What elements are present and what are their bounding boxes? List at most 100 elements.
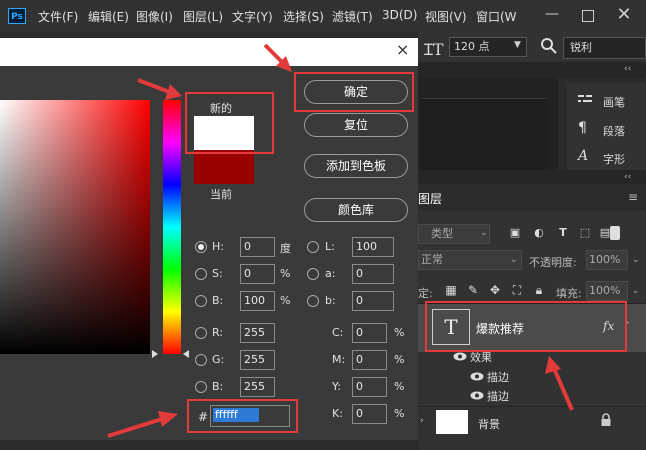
radio-lightness[interactable] — [307, 241, 319, 253]
hue-slider-handle-icon[interactable] — [152, 350, 158, 358]
antialias-select[interactable]: 锐利 — [563, 37, 646, 59]
radio-hue[interactable] — [195, 241, 207, 253]
paragraph-icon[interactable]: ¶ — [578, 120, 587, 136]
lock-transparent-icon[interactable]: ▦ — [444, 283, 458, 297]
chevron-right-icon[interactable]: › — [420, 416, 424, 426]
menu-type[interactable]: 文字(Y) — [232, 8, 273, 25]
opacity-input[interactable]: 100% — [586, 250, 628, 270]
magenta-input[interactable]: 0 — [352, 350, 387, 370]
tab-layers[interactable]: 图层 — [418, 190, 442, 207]
panel-menu-icon[interactable]: ≡ — [628, 190, 638, 204]
reset-button[interactable]: 复位 — [304, 113, 408, 137]
stroke-effect-label[interactable]: 描边 — [487, 369, 509, 385]
eye-icon[interactable] — [453, 352, 467, 361]
character-icon[interactable]: A — [578, 148, 588, 164]
lab-l-input[interactable]: 100 — [352, 237, 394, 257]
chevron-down-icon[interactable]: ⌄ — [632, 255, 640, 265]
chevron-down-icon: ⌄ — [510, 255, 518, 265]
background-layer-name[interactable]: 背景 — [478, 416, 500, 432]
blue-input[interactable]: 255 — [240, 377, 275, 397]
menu-filter[interactable]: 滤镜(T) — [332, 8, 373, 25]
dialog-titlebar — [0, 38, 418, 66]
hue-input[interactable]: 0 — [240, 237, 275, 257]
brightness-label: B: — [212, 294, 224, 307]
maximize-button[interactable] — [576, 6, 600, 26]
radio-green[interactable] — [195, 354, 207, 366]
chevron-down-icon[interactable]: ⌄ — [632, 286, 640, 296]
yellow-input[interactable]: 0 — [352, 377, 387, 397]
red-input[interactable]: 255 — [240, 323, 275, 343]
close-window-button[interactable]: ✕ — [612, 4, 636, 25]
percent-unit: % — [280, 294, 291, 307]
saturation-brightness-field[interactable] — [0, 100, 150, 354]
lock-all-icon[interactable]: 🔒︎ — [532, 283, 546, 297]
close-icon[interactable]: × — [396, 40, 409, 59]
hue-slider[interactable] — [163, 100, 181, 354]
annotation-box-ok — [294, 72, 414, 112]
eye-icon[interactable] — [470, 391, 484, 400]
filter-kind-label: 类型 — [431, 227, 453, 240]
annotation-box-text-layer — [425, 301, 627, 352]
filter-pixel-icon[interactable]: ▣ — [508, 226, 522, 240]
eye-icon[interactable] — [470, 372, 484, 381]
lock-position-icon[interactable]: ✥ — [488, 283, 502, 297]
radio-lab-b[interactable] — [307, 295, 319, 307]
side-item-paragraph-label[interactable]: 段落 — [603, 123, 625, 139]
degree-unit: 度 — [280, 242, 291, 255]
opacity-label: 不透明度: — [529, 256, 577, 269]
percent-unit: % — [394, 326, 405, 339]
color-libraries-button[interactable]: 颜色库 — [304, 198, 408, 222]
radio-lab-a[interactable] — [307, 268, 319, 280]
fill-input[interactable]: 100% — [586, 281, 628, 301]
filter-adjustment-icon[interactable]: ◐ — [532, 226, 546, 240]
radio-blue[interactable] — [195, 381, 207, 393]
search-icon[interactable] — [540, 37, 558, 55]
menu-layer[interactable]: 图层(L) — [183, 8, 223, 25]
menu-window[interactable]: 窗口(W — [476, 8, 517, 25]
lab-a-input[interactable]: 0 — [352, 264, 394, 284]
radio-saturation[interactable] — [195, 268, 207, 280]
lock-image-icon[interactable]: ✎ — [466, 283, 480, 297]
collapse-panels-icon[interactable]: ‹‹ — [624, 172, 631, 182]
side-item-glyph-label[interactable]: 字形 — [603, 151, 625, 167]
blend-mode-select[interactable]: 正常 — [418, 250, 522, 270]
stroke-effect-label[interactable]: 描边 — [487, 388, 509, 404]
black-input[interactable]: 0 — [352, 404, 387, 424]
current-color-swatch[interactable] — [194, 150, 254, 184]
green-input[interactable]: 255 — [240, 350, 275, 370]
document-canvas — [420, 98, 548, 171]
filter-shape-icon[interactable]: ⬚ — [578, 226, 592, 240]
magenta-label: M: — [332, 353, 346, 366]
cyan-input[interactable]: 0 — [352, 323, 387, 343]
radio-brightness[interactable] — [195, 295, 207, 307]
minimize-button[interactable]: — — [540, 6, 564, 26]
filter-toggle[interactable] — [610, 226, 620, 240]
lab-b-input[interactable]: 0 — [352, 291, 394, 311]
menu-edit[interactable]: 编辑(E) — [88, 8, 129, 25]
side-item-brush-label[interactable]: 画笔 — [603, 94, 625, 110]
cyan-label: C: — [332, 326, 344, 339]
percent-unit: % — [394, 407, 405, 420]
brush-icon[interactable] — [576, 92, 596, 108]
chevron-down-icon: ▼ — [514, 40, 521, 50]
radio-red[interactable] — [195, 327, 207, 339]
lock-artboard-icon[interactable]: ⛶ — [510, 283, 524, 297]
saturation-input[interactable]: 0 — [240, 264, 275, 284]
collapse-panels-icon[interactable]: ‹‹ — [624, 64, 631, 74]
menu-view[interactable]: 视图(V) — [425, 8, 467, 25]
text-orientation-icon[interactable]: ꞮT — [424, 38, 444, 60]
menu-select[interactable]: 选择(S) — [283, 8, 324, 25]
add-to-swatches-button[interactable]: 添加到色板 — [304, 154, 408, 178]
percent-unit: % — [280, 267, 291, 280]
filter-type-icon[interactable]: T — [556, 226, 570, 240]
lock-label: 定: — [418, 287, 433, 300]
menu-image[interactable]: 图像(I) — [136, 8, 173, 25]
hue-slider-handle-icon[interactable] — [183, 350, 189, 358]
brightness-input[interactable]: 100 — [240, 291, 275, 311]
menu-file[interactable]: 文件(F) — [38, 8, 78, 25]
lab-a-label: a: — [325, 267, 336, 280]
photoshop-logo-icon: Ps — [8, 8, 26, 24]
background-thumbnail[interactable] — [436, 410, 468, 434]
layers-tabbar — [418, 184, 646, 211]
menu-3d[interactable]: 3D(D) — [382, 8, 417, 22]
